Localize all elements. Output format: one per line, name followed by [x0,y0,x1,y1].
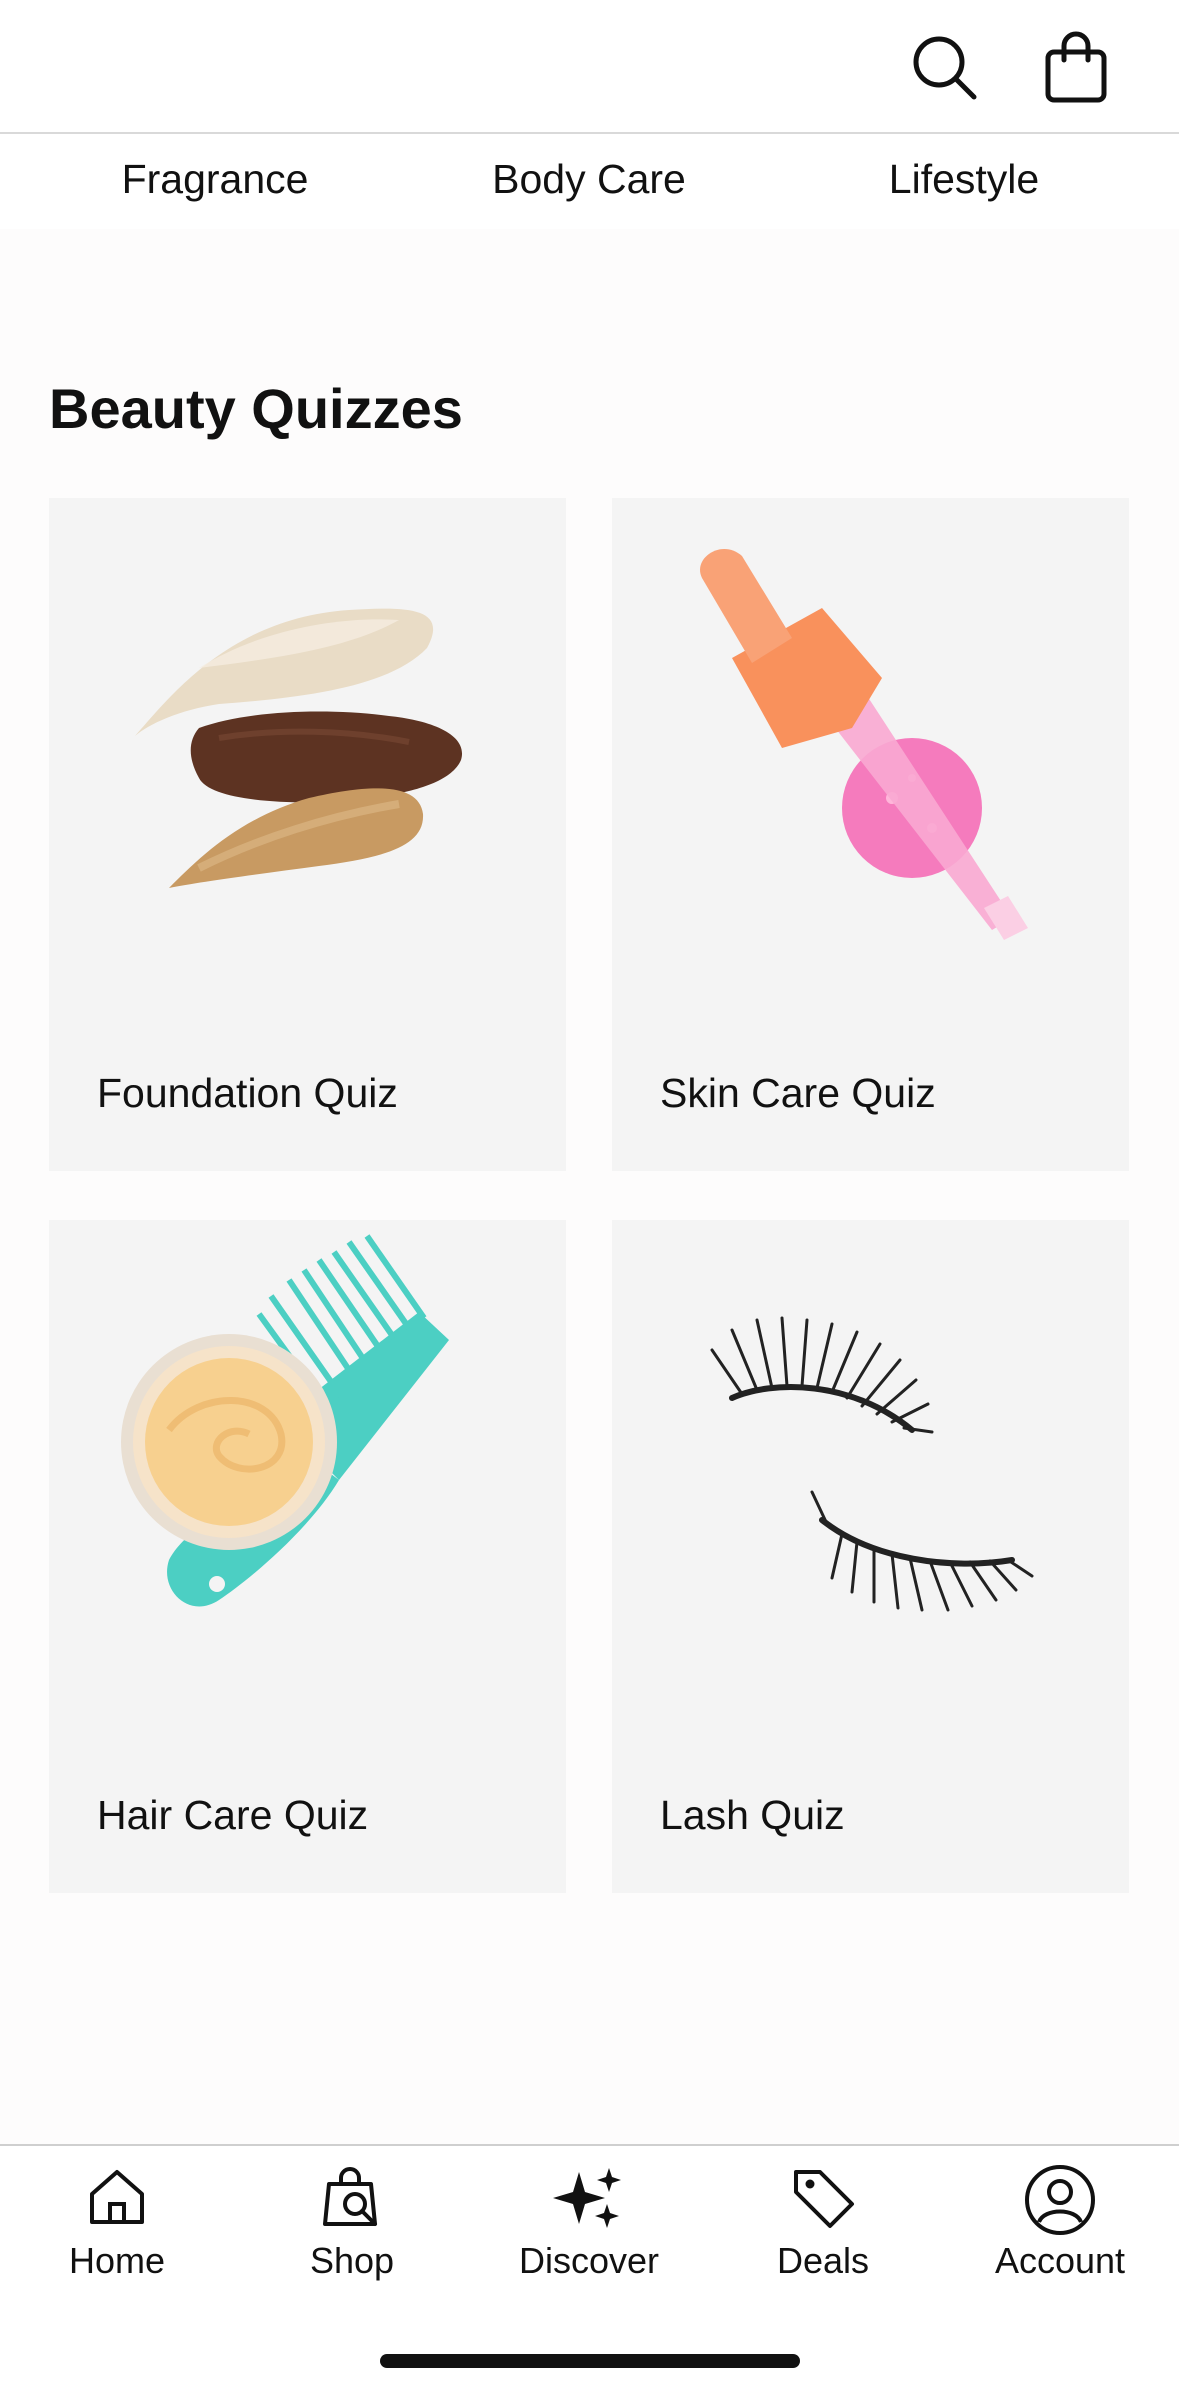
tab-account[interactable]: Account [960,2164,1160,2314]
search-icon[interactable] [906,30,982,106]
tab-label: Home [68,2240,166,2281]
quiz-card-foundation[interactable]: Foundation Quiz [49,498,566,1171]
home-indicator[interactable] [380,2354,800,2368]
serum-dropper-image [700,548,1028,940]
tab-label: Deals [776,2240,870,2281]
tab-label: Shop [309,2240,395,2281]
foundation-swatches-image [135,608,463,888]
quiz-label: Hair Care Quiz [97,1792,369,1838]
shop-bag-icon [323,2167,377,2226]
quiz-label: Foundation Quiz [97,1070,398,1116]
tab-discover[interactable]: Discover [489,2164,689,2314]
home-icon [90,2170,144,2224]
top-header [0,0,1179,134]
shopping-bag-icon[interactable] [1038,30,1114,106]
quiz-label: Lash Quiz [660,1792,845,1838]
quiz-card-lash[interactable]: Lash Quiz [612,1220,1129,1893]
category-lifestyle[interactable]: Lifestyle [889,156,1039,203]
category-body-care[interactable]: Body Care [492,156,686,203]
quiz-card-hair-care[interactable]: Hair Care Quiz [49,1220,566,1893]
hair-cream-and-comb-image [121,1234,449,1607]
tag-icon [794,2170,854,2228]
tab-deals[interactable]: Deals [723,2164,923,2314]
false-lashes-image [710,1316,1034,1612]
section-title: Beauty Quizzes [49,377,463,440]
account-icon [1025,2165,1095,2235]
quiz-label: Skin Care Quiz [660,1070,936,1116]
tab-label: Account [994,2240,1126,2281]
category-nav: Fragrance Body Care Lifestyle [0,134,1179,229]
tab-shop[interactable]: Shop [252,2164,452,2314]
tab-label: Discover [518,2240,660,2281]
tab-home[interactable]: Home [17,2164,217,2314]
quiz-card-skin-care[interactable]: Skin Care Quiz [612,498,1129,1171]
sparkle-icon [553,2168,621,2228]
category-fragrance[interactable]: Fragrance [122,156,309,203]
